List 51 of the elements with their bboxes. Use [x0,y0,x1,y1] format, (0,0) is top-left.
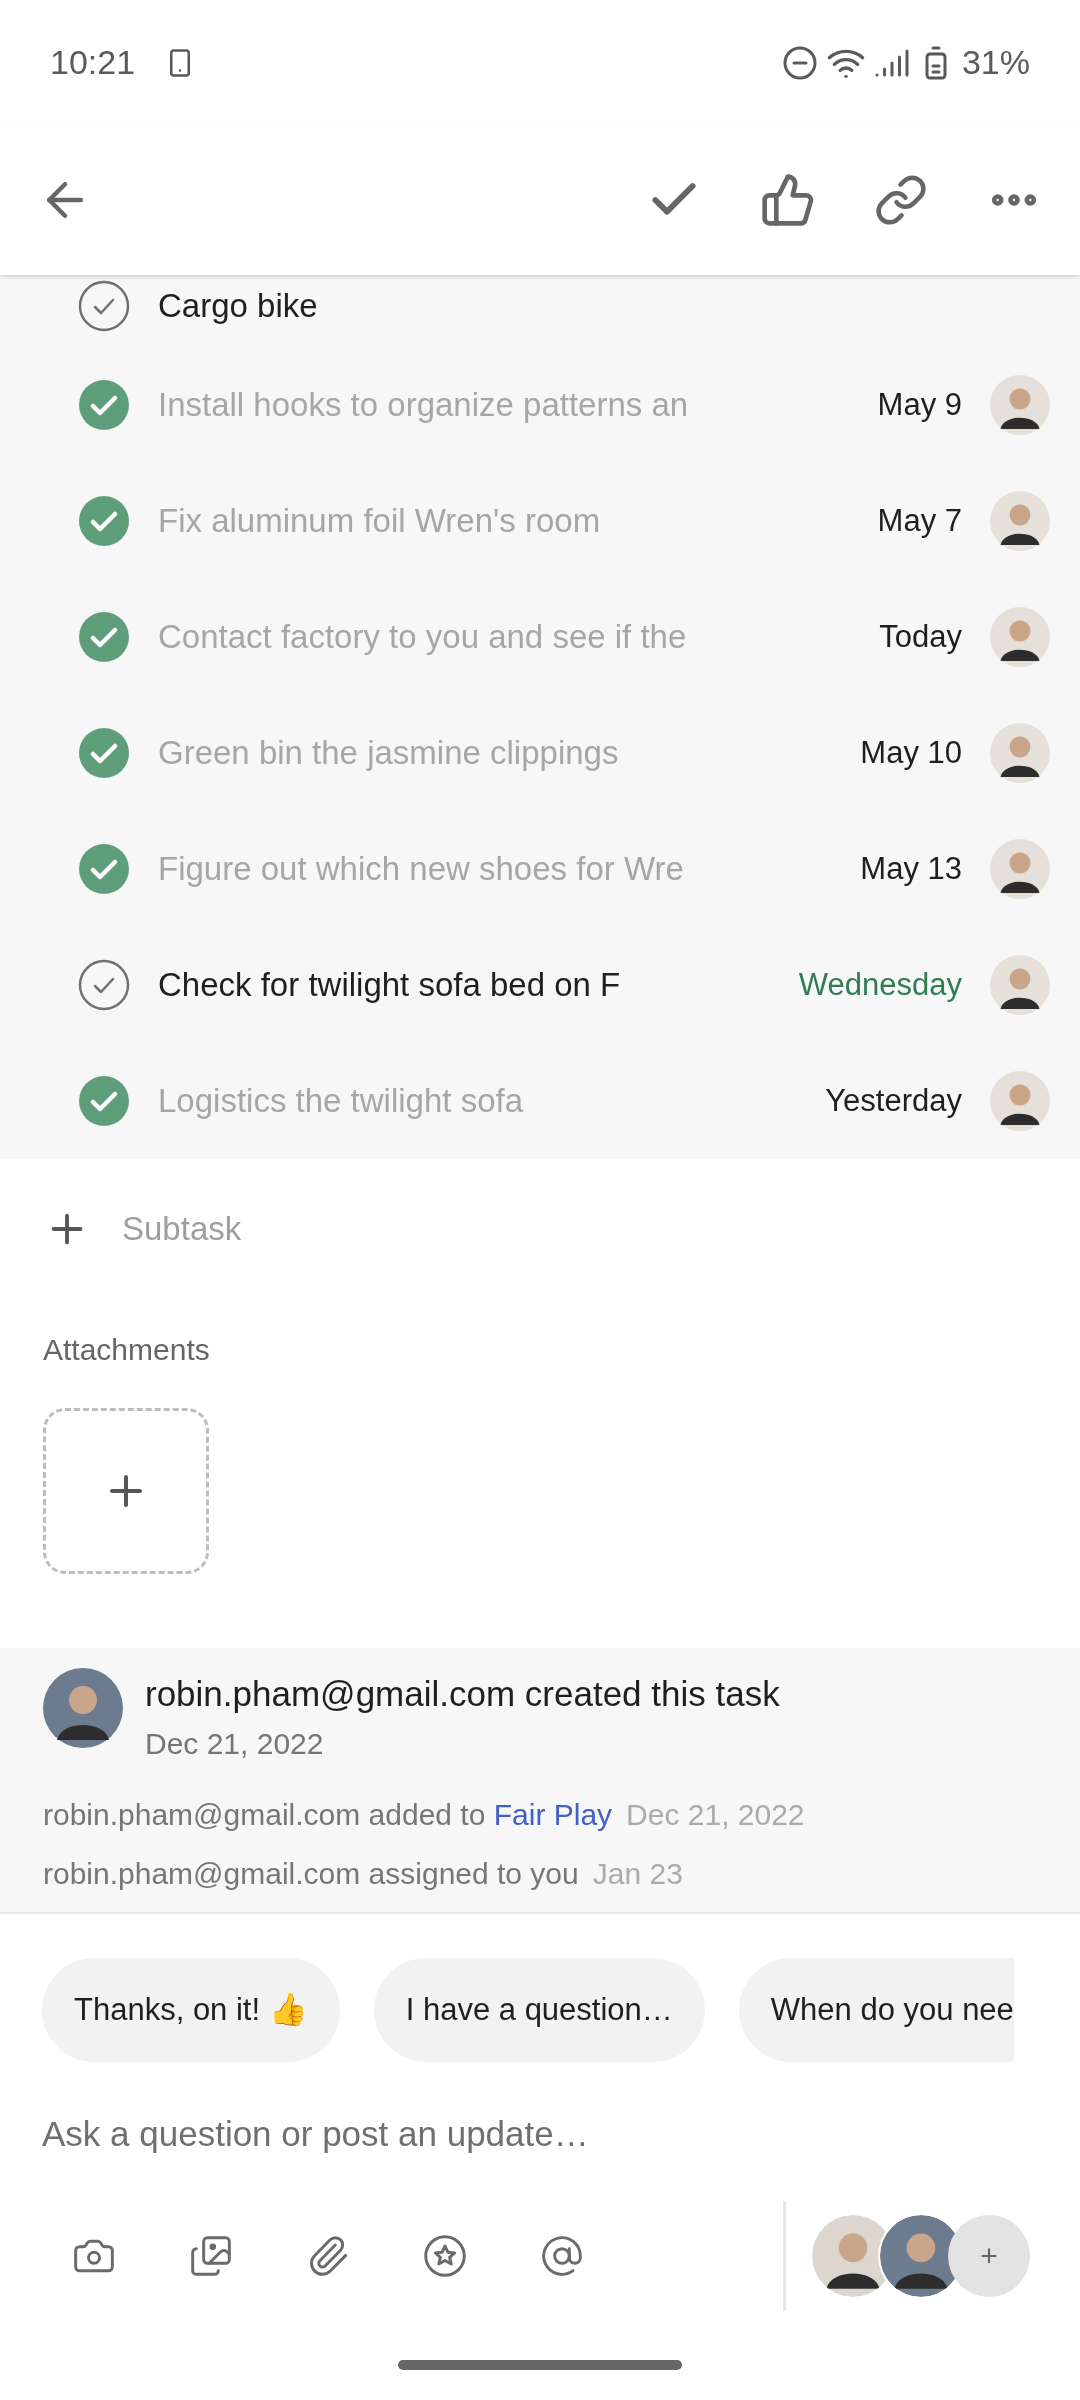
due-date: May 9 [877,385,962,424]
due-date: Today [879,617,962,656]
add-subtask-field[interactable]: Subtask [122,1204,242,1254]
quick-reply-chip[interactable]: When do you nee [738,1958,1014,2062]
subtask-title[interactable]: Figure out which new shoes for Wre [158,844,833,894]
subtask-title[interactable]: Install hooks to organize patterns an [158,380,850,430]
quick-reply-chip[interactable]: I have a question… [373,1958,705,2062]
attachments-label: Attachments [43,1332,211,1368]
subtask-title[interactable]: Fix aluminum foil Wren's room [158,496,850,546]
activity-event: robin.pham@gmail.com assigned to you [43,1855,579,1892]
project-link[interactable]: Fair Play [493,1797,613,1831]
comment-field[interactable]: Ask a question or post an update… [42,2108,1080,2161]
due-date: May 13 [860,849,962,888]
avatar [990,839,1050,899]
avatar [990,723,1050,783]
thumbs-up-icon[interactable] [760,172,816,228]
avatar [990,955,1050,1015]
subtask-title[interactable]: Green bin the jasmine clippings [158,728,833,778]
add-collaborator-button[interactable]: + [948,2214,1030,2297]
link-icon[interactable] [874,173,928,227]
subtask-title[interactable]: Cargo bike [158,281,1050,331]
checkbox-icon[interactable] [78,280,130,332]
activity-event: robin.pham@gmail.com added to Fair Play [43,1796,613,1833]
event-date: Dec 21, 2022 [626,1796,805,1833]
completed-check-icon[interactable] [78,727,130,779]
subtask-title[interactable]: Logistics the twilight sofa [158,1076,798,1126]
gallery-icon[interactable] [189,2233,233,2278]
subtask-title[interactable]: Check for twilight sofa bed on F [158,960,771,1010]
do-not-disturb-icon [781,44,818,81]
clock-time: 10:21 [50,42,136,83]
completed-check-icon[interactable] [78,495,130,547]
avatar [990,607,1050,667]
activity-title: robin.pham@gmail.com created this task [145,1673,780,1715]
completed-check-icon[interactable] [78,1075,130,1127]
due-date: May 10 [860,733,962,772]
avatar [990,491,1050,551]
completed-check-icon[interactable] [78,843,130,895]
event-date: Jan 23 [592,1855,683,1892]
due-date: Wednesday [798,965,962,1004]
completed-check-icon[interactable] [78,379,130,431]
avatar [990,375,1050,435]
completed-check-icon[interactable] [78,611,130,663]
checkbox-icon[interactable] [78,959,130,1011]
subtask-title[interactable]: Contact factory to you and see if the [158,612,852,662]
due-date: May 7 [877,501,962,540]
quick-reply-chip[interactable]: Thanks, on it! 👍 [42,1958,340,2062]
avatar [990,1071,1050,1131]
mention-icon[interactable] [540,2233,584,2278]
due-date: Yesterday [825,1081,962,1120]
battery-percentage: 31% [961,42,1030,83]
activity-date: Dec 21, 2022 [145,1725,325,1762]
